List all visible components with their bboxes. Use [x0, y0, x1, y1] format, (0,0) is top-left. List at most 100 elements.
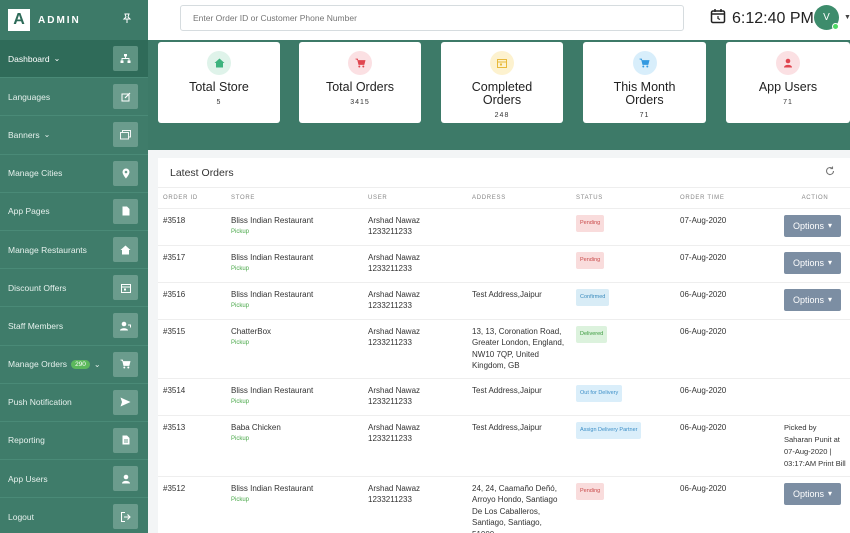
column-header-address: ADDRESS — [467, 188, 571, 209]
sidebar: A ADMIN Dashboard ⌄ Languages Banners ⌄ Manag… — [0, 0, 148, 533]
map-marker-icon — [113, 160, 138, 186]
order-time: 06-Aug-2020 — [675, 476, 779, 533]
sidebar-item-label-wrap: Manage Restaurants — [8, 245, 87, 255]
order-search-input[interactable] — [180, 5, 684, 31]
topbar: 6:12:40 PM V ▼ — [148, 0, 850, 40]
user-cell: Arshad Nawaz 1233211233 — [363, 208, 467, 246]
stat-value: 3415 — [350, 99, 370, 106]
status-cell: Pending — [571, 245, 675, 283]
order-id: #3516 — [158, 282, 226, 320]
status-cell: Pending — [571, 476, 675, 533]
sidebar-item-label: Banners — [8, 129, 40, 140]
address: 24, 24, Caamaño Deñó, Arroyo Hondo, Sant… — [467, 476, 571, 533]
chevron-down-icon[interactable]: ▼ — [844, 14, 850, 21]
table-row: #3514 Bliss Indian Restaurant Pickup Arshad… — [158, 378, 850, 416]
sidebar-item-label-wrap: Push Notification — [8, 397, 72, 407]
stat-card-this-month-orders[interactable]: This Month Orders 71 — [583, 42, 706, 123]
user-name: Arshad Nawaz — [368, 326, 421, 336]
user-icon — [776, 51, 800, 75]
sidebar-item-reporting[interactable]: Reporting — [0, 421, 148, 461]
options-button[interactable]: Options ▾ — [784, 288, 841, 311]
clock: 6:12:40 PM — [710, 8, 814, 29]
user-phone: 1233211233 — [368, 495, 412, 504]
order-type: Pickup — [231, 340, 250, 346]
stat-title: This Month Orders — [613, 80, 676, 107]
sidebar-item-dashboard[interactable]: Dashboard ⌄ — [0, 40, 148, 79]
user-cell: Arshad Nawaz 1233211233 — [363, 245, 467, 283]
options-label: Options — [792, 294, 824, 305]
brand-logo: A — [8, 9, 30, 31]
home-icon — [113, 237, 138, 263]
stat-card-completed-orders[interactable]: Completed Orders 248 — [441, 42, 563, 123]
status-cell: Delivered — [571, 319, 675, 379]
sidebar-item-manage-restaurants[interactable]: Manage Restaurants — [0, 230, 148, 270]
table-row: #3517 Bliss Indian Restaurant Pickup Arshad… — [158, 245, 850, 283]
table-row: #3513 Baba Chicken Pickup Arshad Nawaz 12332… — [158, 415, 850, 477]
table-row: #3518 Bliss Indian Restaurant Pickup Arshad… — [158, 208, 850, 246]
store-name: Bliss Indian Restaurant — [231, 289, 314, 299]
order-id: #3518 — [158, 208, 226, 246]
order-time: 06-Aug-2020 — [675, 378, 779, 416]
user-cell: Arshad Nawaz 1233211233 — [363, 476, 467, 533]
options-button[interactable]: Options ▾ — [784, 251, 841, 274]
action-cell: Options ▾ — [779, 208, 850, 246]
sidebar-item-label: Languages — [8, 91, 51, 102]
sidebar-item-label: Manage Cities — [8, 168, 63, 179]
sidebar-item-label-wrap: Reporting — [8, 435, 45, 445]
store-cell: ChatterBox Pickup — [226, 319, 363, 379]
chevron-down-icon: ⌄ — [93, 359, 101, 369]
stat-value: 5 — [216, 99, 222, 106]
sidebar-item-label: Dashboard — [8, 53, 50, 64]
order-type: Pickup — [231, 229, 250, 235]
order-type: Pickup — [231, 266, 250, 272]
order-time: 07-Aug-2020 — [675, 208, 779, 246]
order-time: 07-Aug-2020 — [675, 245, 779, 283]
user-cell: Arshad Nawaz 1233211233 — [363, 415, 467, 477]
sidebar-item-banners[interactable]: Banners ⌄ — [0, 116, 148, 155]
order-id: #3515 — [158, 319, 226, 379]
options-label: Options — [792, 220, 824, 231]
stat-title: Total Store — [189, 80, 249, 94]
calendar-icon — [490, 51, 514, 75]
sitemap-icon — [113, 46, 138, 72]
sidebar-item-manage-orders[interactable]: Manage Orders 290 ⌄ — [0, 345, 148, 384]
file-icon — [113, 198, 138, 224]
cart-icon — [632, 51, 657, 75]
sidebar-item-label: App Pages — [8, 206, 50, 217]
status-badge: Pending — [576, 482, 605, 500]
stat-card-total-orders[interactable]: Total Orders 3415 — [299, 42, 421, 123]
store-name: ChatterBox — [231, 326, 272, 336]
address — [467, 208, 571, 246]
sidebar-item-label: Logout — [8, 511, 34, 522]
options-button[interactable]: Options ▾ — [784, 214, 841, 237]
sidebar-item-logout[interactable]: Logout — [0, 498, 148, 533]
sidebar-item-app-users[interactable]: App Users — [0, 460, 148, 499]
stat-card-app-users[interactable]: App Users 71 — [726, 42, 850, 123]
stat-value: 71 — [783, 99, 793, 106]
pin-icon[interactable] — [122, 13, 132, 27]
store-cell: Bliss Indian Restaurant Pickup — [226, 282, 363, 320]
sidebar-item-manage-cities[interactable]: Manage Cities — [0, 154, 148, 193]
refresh-icon[interactable] — [825, 166, 835, 179]
address: Test Address,Jaipur — [467, 415, 571, 477]
sidebar-item-discount-offers[interactable]: Discount Offers — [0, 269, 148, 308]
sidebar-item-app-pages[interactable]: App Pages — [0, 192, 148, 231]
action-cell: Options ▾ — [779, 245, 850, 283]
sidebar-item-staff-members[interactable]: Staff Members — [0, 307, 148, 346]
orders-table: ORDER ID STORE USER ADDRESS STATUS ORDER TIME… — [158, 188, 850, 533]
stat-title: App Users — [758, 80, 818, 94]
user-tag-icon — [113, 313, 138, 339]
clock-time: 6:12:40 PM — [732, 9, 814, 27]
sidebar-item-push-notification[interactable]: Push Notification — [0, 383, 148, 422]
stat-card-total-store[interactable]: Total Store 5 — [158, 42, 280, 123]
user-phone: 1233211233 — [368, 397, 412, 406]
status-badge: Confirmed — [576, 288, 610, 306]
caret-down-icon: ▾ — [828, 258, 833, 267]
options-button[interactable]: Options ▾ — [784, 482, 841, 505]
address: 13, 13, Coronation Road, Greater London,… — [467, 319, 571, 379]
store-cell: Baba Chicken Pickup — [226, 415, 363, 477]
sidebar-item-label-wrap: Banners ⌄ — [8, 130, 50, 140]
sidebar-item-languages[interactable]: Languages — [0, 78, 148, 117]
user-cell: Arshad Nawaz 1233211233 — [363, 378, 467, 416]
store-cell: Bliss Indian Restaurant Pickup — [226, 208, 363, 246]
